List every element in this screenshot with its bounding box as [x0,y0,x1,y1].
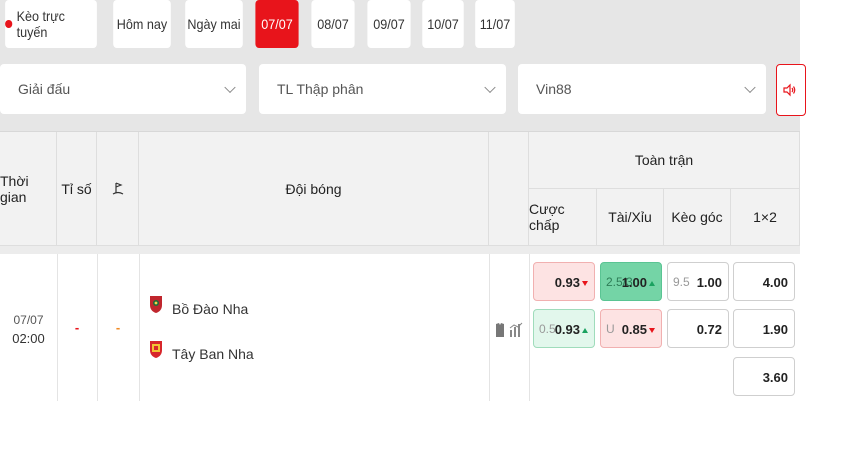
tab-today[interactable]: Hôm nay [113,0,171,48]
tab-live[interactable]: Kèo trực tuyến [5,0,97,48]
corners-line: 9.5 [673,275,690,289]
tab-0907-label: 09/07 [373,16,405,32]
match-corner-score: - [115,320,121,335]
under-odds[interactable]: U 0.85 [600,309,662,348]
tab-1107-label: 11/07 [479,16,511,32]
row-separator [0,246,800,254]
header-teams-label: Đội bóng [285,180,342,197]
column-divider [139,254,140,401]
header-handicap: Cược chấp [529,189,597,246]
league-select[interactable]: Giải đấu [0,64,246,114]
header-score: Tỉ số [57,132,97,246]
odds-value-wrap: 0.93 [555,275,588,290]
speaker-icon [783,83,796,97]
bookmaker-select[interactable]: Vin88 [518,64,766,114]
header-corners-label: Kèo góc [671,209,723,225]
column-divider [529,254,530,401]
tab-tomorrow[interactable]: Ngày mai [185,0,243,48]
tab-1107[interactable]: 11/07 [475,0,515,48]
arrow-down-icon [649,328,655,334]
corner-flag-icon [112,181,123,195]
stats-chart-icon[interactable] [509,322,523,338]
column-divider [489,254,490,401]
1x2-away-odds[interactable]: 1.90 [733,309,795,348]
away-team-row[interactable]: Tây Ban Nha [146,339,446,369]
handicap-line: 0.5 [539,322,556,336]
spain-crest-icon [150,341,162,358]
chevron-down-icon [744,81,756,94]
tab-0707[interactable]: 07/07 [255,0,299,48]
arrow-up-icon [582,328,588,334]
away-team-name: Tây Ban Nha [172,346,254,362]
match-score: - [74,320,80,335]
tab-0807[interactable]: 08/07 [311,0,355,48]
live-dot-icon [5,20,13,28]
header-1x2-label: 1×2 [753,209,777,225]
odds-value: 0.72 [696,322,722,337]
handicap-away-odds[interactable]: 0.5 0.93 [533,309,595,348]
odds-value: 0.85 [621,322,647,337]
odds-table: Thời gian Tỉ số Đội bóng Toàn trận Cược … [0,131,800,401]
1x2-draw-odds[interactable]: 3.60 [733,357,795,396]
corners-under-odds[interactable]: 0.72 [667,309,729,348]
header-score-label: Tỉ số [61,180,92,197]
tab-0707-label: 07/07 [261,16,293,32]
chevron-down-icon [484,81,496,94]
over-odds[interactable]: 2.5/3 1.00 [600,262,662,301]
odds-value: 3.60 [762,370,788,385]
tab-0907[interactable]: 09/07 [367,0,411,48]
header-full-match: Toàn trận [529,132,800,189]
tab-tomorrow-label: Ngày mai [187,16,241,32]
header-time-label: Thời gian [0,172,29,205]
portugal-crest-icon [150,296,162,313]
header-1x2: 1×2 [731,189,800,246]
header-over-under: Tài/Xỉu [597,189,664,246]
tab-1007-label: 10/07 [427,16,459,32]
odds-value: 4.00 [762,275,788,290]
header-teams: Đội bóng [139,132,489,246]
league-select-value: Giải đấu [18,81,71,97]
odds-value: 1.00 [696,275,722,290]
header-corners: Kèo góc [664,189,731,246]
home-team-name: Bồ Đào Nha [172,301,249,317]
corners-over-odds[interactable]: 9.5 1.00 [667,262,729,301]
match-time: 02:00 [12,331,45,346]
chevron-down-icon [224,81,236,94]
odds-value: 1.90 [762,322,788,337]
arrow-up-icon [649,281,655,287]
home-team-row[interactable]: Bồ Đào Nha [146,294,446,324]
odds-value: 1.00 [621,275,647,290]
odds-value-wrap: 0.93 [555,322,588,337]
header-handicap-label: Cược chấp [529,201,565,233]
bookmaker-select-value: Vin88 [536,81,572,97]
sound-toggle-button[interactable] [776,64,806,116]
arrow-down-icon [582,281,588,287]
tab-0807-label: 08/07 [317,16,349,32]
odds-format-select-value: TL Thập phân [277,81,364,97]
tab-today-label: Hôm nay [116,16,168,32]
odds-format-select[interactable]: TL Thập phân [259,64,506,114]
tab-live-label: Kèo trực tuyến [16,8,65,40]
1x2-home-odds[interactable]: 4.00 [733,262,795,301]
tab-1007[interactable]: 10/07 [422,0,464,48]
odds-value-wrap: 0.85 [622,322,655,337]
under-label: U [606,322,615,336]
header-over-under-label: Tài/Xỉu [608,209,652,225]
header-time: Thời gian [0,132,57,246]
jersey-icon[interactable] [495,322,505,338]
header-full-match-label: Toàn trận [634,152,694,168]
header-corner [97,132,139,246]
odds-value: 0.93 [554,275,580,290]
odds-value-wrap: 1.00 [622,275,655,290]
handicap-home-odds[interactable]: 0.93 [533,262,595,301]
odds-value: 0.93 [554,322,580,337]
header-extra [489,132,529,246]
match-date: 07/07 [13,313,44,327]
